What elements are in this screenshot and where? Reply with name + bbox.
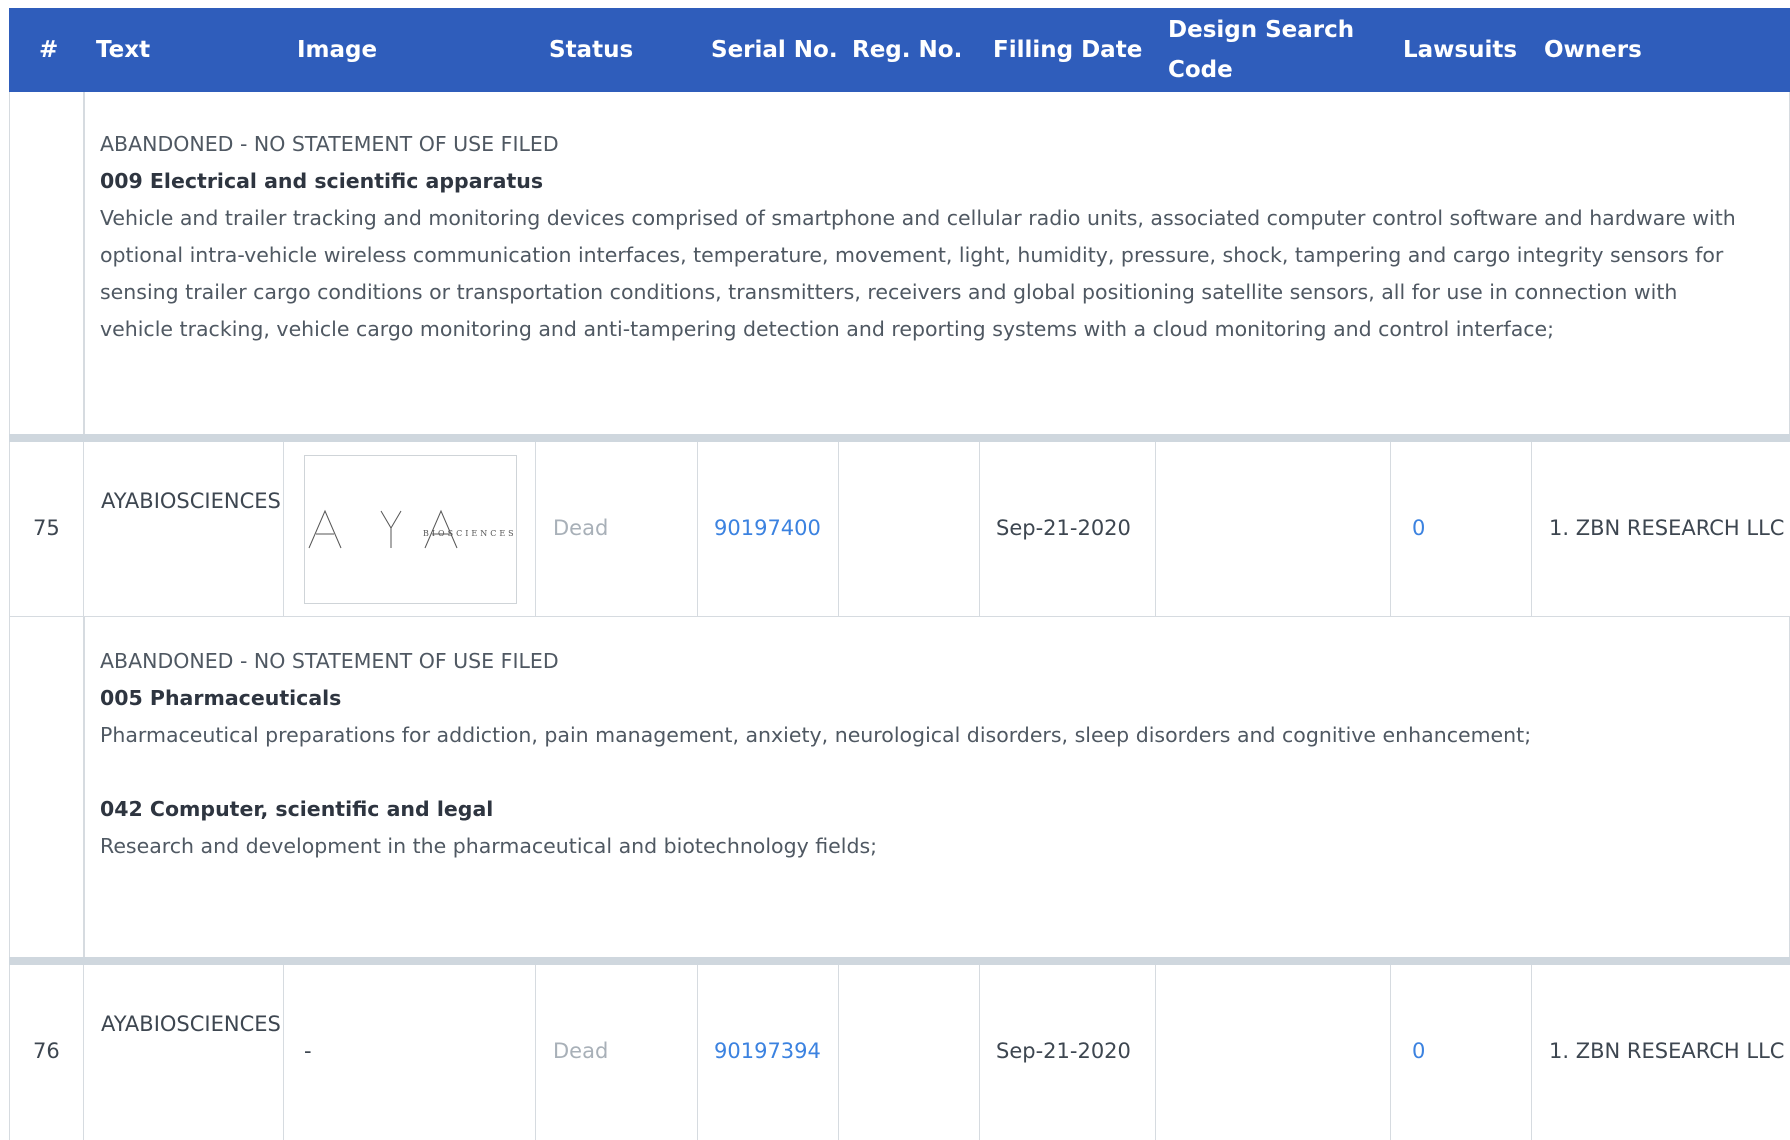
serial-link[interactable]: 90197400	[714, 516, 821, 540]
mark-text: AYABIOSCIENCES	[101, 1012, 281, 1036]
col-header-design-code-line2: Code	[1168, 57, 1233, 83]
status-value: Dead	[553, 516, 609, 540]
row-number: 76	[33, 1039, 60, 1063]
mark-image[interactable]: BIOSCIENCES	[304, 455, 517, 604]
cell-reg	[838, 442, 979, 617]
table-header: # Text Image Status Serial No. Reg. No. …	[9, 8, 1790, 92]
cell-status: Dead	[535, 442, 697, 617]
detail-content: ABANDONED - NO STATEMENT OF USE FILED 00…	[100, 643, 1749, 865]
class-title: 009 Electrical and scientific apparatus	[100, 169, 544, 193]
lawsuits-link[interactable]: 0	[1412, 516, 1425, 540]
table-row[interactable]: AYABIOSCIENCES - Dead 90197394 Sep-21-20…	[9, 965, 1790, 1140]
mark-text: AYABIOSCIENCES	[101, 489, 281, 513]
cell-design-code	[1155, 442, 1390, 617]
cell-image: BIOSCIENCES	[283, 442, 535, 617]
class-description: Pharmaceutical preparations for addictio…	[100, 723, 1532, 747]
status-value: Dead	[553, 1039, 609, 1063]
cell-lawsuits: 0	[1390, 965, 1531, 1140]
logo-sub-text: BIOSCIENCES	[423, 529, 516, 538]
col-header-text[interactable]: Text	[96, 8, 150, 92]
col-header-design-code[interactable]: Design Search Code	[1168, 8, 1354, 92]
class-description: Research and development in the pharmace…	[100, 834, 878, 858]
owner-value: 1. ZBN RESEARCH LLC	[1549, 516, 1785, 540]
lawsuits-link[interactable]: 0	[1412, 1039, 1425, 1063]
cell-filing-date: Sep-21-2020	[979, 442, 1155, 617]
class-spacer	[100, 754, 1749, 791]
class-description: Vehicle and trailer tracking and monitor…	[100, 206, 1736, 341]
no-image-dash: -	[304, 1039, 312, 1063]
cell-owners: 1. ZBN RESEARCH LLC	[1531, 442, 1790, 617]
trademark-table: # Text Image Status Serial No. Reg. No. …	[9, 8, 1790, 1140]
detail-content: ABANDONED - NO STATEMENT OF USE FILED 00…	[100, 126, 1749, 348]
cell-filing-date: Sep-21-2020	[979, 965, 1155, 1140]
class-title: 005 Pharmaceuticals	[100, 686, 342, 710]
row-separator	[9, 434, 1790, 442]
cell-text: AYABIOSCIENCES	[83, 965, 283, 1140]
col-header-number[interactable]: #	[39, 8, 58, 92]
cell-reg	[838, 965, 979, 1140]
cell-status: Dead	[535, 965, 697, 1140]
filing-date-value: Sep-21-2020	[996, 516, 1131, 540]
cell-image: -	[283, 965, 535, 1140]
col-header-lawsuits[interactable]: Lawsuits	[1403, 8, 1517, 92]
col-header-status[interactable]: Status	[549, 8, 633, 92]
cell-text: AYABIOSCIENCES	[83, 442, 283, 617]
cell-lawsuits: 0	[1390, 442, 1531, 617]
aya-logo-icon: BIOSCIENCES	[308, 509, 516, 549]
col-header-owners[interactable]: Owners	[1544, 8, 1642, 92]
col-header-filing-date[interactable]: Filling Date	[993, 8, 1142, 92]
row-separator	[9, 957, 1790, 965]
detail-status-text: ABANDONED - NO STATEMENT OF USE FILED	[100, 649, 559, 673]
row-detail-74: ABANDONED - NO STATEMENT OF USE FILED 00…	[9, 92, 1790, 434]
cell-design-code	[1155, 965, 1390, 1140]
cell-serial: 90197400	[697, 442, 838, 617]
class-title: 042 Computer, scientific and legal	[100, 797, 494, 821]
cell-owners: 1. ZBN RESEARCH LLC	[1531, 965, 1790, 1140]
filing-date-value: Sep-21-2020	[996, 1039, 1131, 1063]
table-row[interactable]: AYABIOSCIENCES BIOSCIENCES Dead 90197400	[9, 442, 1790, 617]
col-header-image[interactable]: Image	[297, 8, 377, 92]
row-number: 75	[33, 516, 60, 540]
cell-serial: 90197394	[697, 965, 838, 1140]
col-header-serial[interactable]: Serial No.	[711, 8, 838, 92]
serial-link[interactable]: 90197394	[714, 1039, 821, 1063]
owner-value: 1. ZBN RESEARCH LLC	[1549, 1039, 1785, 1063]
col-header-reg[interactable]: Reg. No.	[852, 8, 962, 92]
col-header-design-code-line1: Design Search	[1168, 17, 1355, 43]
row-detail-75: ABANDONED - NO STATEMENT OF USE FILED 00…	[9, 617, 1790, 957]
detail-status-text: ABANDONED - NO STATEMENT OF USE FILED	[100, 132, 559, 156]
